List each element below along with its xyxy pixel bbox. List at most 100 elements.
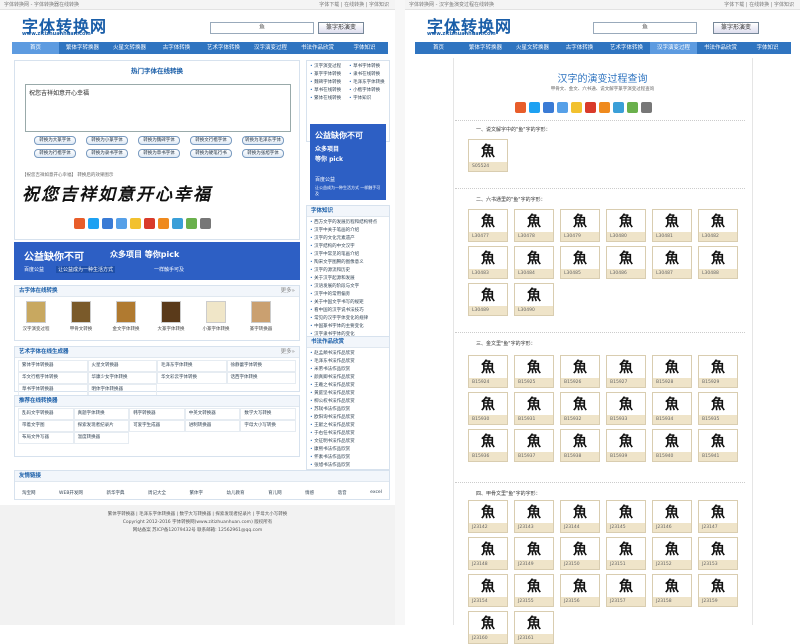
knowledge-link[interactable]: 汉字中关于笔画的介绍 [310, 227, 386, 235]
share-icon[interactable] [529, 102, 540, 113]
tool-link[interactable]: 乱码文字转换器 [18, 408, 74, 420]
nav-item[interactable]: 火星文转换器 [106, 42, 153, 54]
share-icon[interactable] [585, 102, 596, 113]
art-font-link[interactable]: 华文行楷字体转换 [18, 372, 88, 384]
calligraphy-link[interactable]: 毛泽东书法作品欣赏 [310, 358, 386, 366]
tool-link[interactable]: 温度转换器 [73, 432, 130, 444]
glyph-cell[interactable]: 魚 L30479 [560, 209, 600, 242]
knowledge-link[interactable]: 关于汉字起源和发展 [310, 275, 386, 283]
tool-link[interactable]: 进制转换器 [184, 420, 241, 432]
font-thumbnail[interactable] [206, 301, 226, 323]
glyph-cell[interactable]: 魚 J23160 [468, 611, 508, 644]
glyph-cell[interactable]: 魚 B15927 [606, 355, 646, 388]
share-icon[interactable] [186, 218, 197, 229]
tool-link[interactable]: 带着文字图 [18, 420, 74, 432]
glyph-cell[interactable]: 魚 B15924 [468, 355, 508, 388]
share-icon[interactable] [641, 102, 652, 113]
nav-item[interactable]: 汉字演变过程 [247, 42, 294, 54]
nav-item[interactable]: 书法作品欣赏 [294, 42, 341, 54]
topbar-links[interactable]: 字体下载 | 在线转换 | 字体知识 [319, 0, 389, 10]
glyph-cell[interactable]: 魚 J23157 [606, 574, 646, 607]
glyph-cell[interactable]: 魚 J23149 [514, 537, 554, 570]
nav-item[interactable]: 繁体字转换器 [462, 42, 509, 54]
glyph-cell[interactable]: 魚 L30484 [514, 246, 554, 279]
calligraphy-link[interactable]: 米芾书法作品欣赏 [310, 366, 386, 374]
calligraphy-link[interactable]: 于右任书法作品欣赏 [310, 430, 386, 438]
glyph-cell[interactable]: 魚 L30478 [514, 209, 554, 242]
glyph-cell[interactable]: 魚 B15936 [468, 429, 508, 462]
nav-item[interactable]: 古字体转换 [556, 42, 603, 54]
glyph-cell[interactable]: 魚 J23159 [698, 574, 738, 607]
glyph-cell[interactable]: 魚 B15932 [560, 392, 600, 425]
topbar-links-right[interactable]: 字体下载 | 在线转换 | 字体知识 [724, 0, 794, 10]
text-input[interactable]: 祝您吉祥如意开心幸福 [25, 84, 291, 132]
calligraphy-link[interactable]: 康熙书法作品欣赏 [310, 446, 386, 454]
font-thumbnail[interactable] [161, 301, 181, 323]
convert-button[interactable]: 转换为魏碑字体 [138, 136, 180, 145]
share-icon[interactable] [88, 218, 99, 229]
tool-link[interactable]: 韩字转换器 [129, 408, 185, 420]
convert-button[interactable]: 转换文行楷字体 [190, 136, 232, 145]
font-thumbnail-label[interactable]: 汉字演变过程 [16, 326, 56, 332]
glyph-cell[interactable]: 魚 J23142 [468, 500, 508, 533]
sidebar-link[interactable]: 隶书在线转换 [349, 71, 386, 79]
nav-item[interactable]: 古字体转换 [153, 42, 200, 54]
tool-link[interactable]: 数学大写转换 [240, 408, 296, 420]
knowledge-link[interactable]: 中国篆书字体的主要变化 [310, 323, 386, 331]
friend-link[interactable]: 幼儿教育 [227, 490, 245, 496]
sidebar-link[interactable]: 毛泽东字体转换 [349, 79, 386, 87]
search-input-right[interactable]: 鱼 [593, 22, 697, 34]
glyph-cell[interactable]: 魚 L30480 [606, 209, 646, 242]
glyph-cell[interactable]: 魚 B15939 [606, 429, 646, 462]
friend-link[interactable]: 繁体字 [190, 490, 204, 496]
glyph-cell[interactable]: 魚 J23152 [652, 537, 692, 570]
convert-button[interactable]: 转换为草书字体 [138, 149, 180, 158]
search-button[interactable]: 篆字形演变 [318, 22, 364, 34]
glyph-cell[interactable]: 魚 L30486 [606, 246, 646, 279]
knowledge-link[interactable]: 汉字结构的中文汉字 [310, 243, 386, 251]
convert-button[interactable]: 转换为小篆字体 [86, 136, 128, 145]
glyph-cell[interactable]: 魚 J23147 [698, 500, 738, 533]
share-icon[interactable] [172, 218, 183, 229]
sidebar-link[interactable]: 草书在线转换 [310, 87, 347, 95]
calligraphy-link[interactable]: 文征明书法作品欣赏 [310, 438, 386, 446]
friend-link[interactable]: 谐音 [338, 490, 347, 496]
sidebar-link[interactable]: 繁体在线转换 [310, 95, 347, 103]
art-font-link[interactable]: 火星文转换器 [87, 360, 157, 372]
glyph-cell[interactable]: 魚 L30489 [468, 283, 508, 316]
knowledge-link[interactable]: 汉字中常见的笔画介绍 [310, 251, 386, 259]
nav-item[interactable]: 字体知识 [744, 42, 791, 54]
glyph-cell[interactable]: 魚 L30477 [468, 209, 508, 242]
art-font-link[interactable]: 华文彩云字体转换 [157, 372, 227, 384]
art-font-link[interactable]: 徐静蕾字体转换 [226, 360, 296, 372]
tool-link[interactable]: 字母大小写转换 [240, 420, 296, 432]
nav-item[interactable]: 首页 [12, 42, 59, 54]
glyph-cell[interactable]: 魚 L30488 [698, 246, 738, 279]
glyph-cell[interactable]: 魚 B15934 [652, 392, 692, 425]
glyph-cell[interactable]: 魚 B15937 [514, 429, 554, 462]
friend-link[interactable]: 新华字典 [106, 490, 124, 496]
knowledge-link[interactable]: 看中国的汉字说书法技巧 [310, 307, 386, 315]
share-icon[interactable] [74, 218, 85, 229]
ad-banner[interactable]: 公益缺你不可 众多项目 等你pick 百度公益 让公益成为一种生活方式 一样触手… [14, 242, 300, 280]
share-icon[interactable] [158, 218, 169, 229]
friend-link[interactable]: 淘宝网 [22, 490, 36, 496]
nav-item[interactable]: 字体知识 [341, 42, 388, 54]
convert-button[interactable]: 转换为硬笔行书 [190, 149, 232, 158]
convert-button[interactable]: 转换为行楷字体 [34, 149, 76, 158]
share-icon[interactable] [543, 102, 554, 113]
glyph-cell[interactable]: 魚 B15933 [606, 392, 646, 425]
art-font-link[interactable]: 华康少女字体转换 [87, 372, 157, 384]
share-icon[interactable] [116, 218, 127, 229]
glyph-cell[interactable]: 魚 J23144 [560, 500, 600, 533]
tool-link[interactable]: 真题字体转换 [73, 408, 130, 420]
convert-button[interactable]: 转换为大篆字体 [34, 136, 76, 145]
sidebar-link[interactable]: 魏碑字体转换 [310, 79, 347, 87]
glyph-cell[interactable]: 魚 J23151 [606, 537, 646, 570]
sidebar-link[interactable]: 篆字字体转换 [310, 71, 347, 79]
glyph-cell[interactable]: 魚 L30482 [698, 209, 738, 242]
sidebar-ad[interactable]: 公益缺你不可 众多项目 等你 pick 百度公益 让公益成为一种生活方式 一样触… [310, 124, 386, 200]
friend-link[interactable]: 周记大全 [148, 490, 166, 496]
glyph-cell[interactable]: 魚 S05524 [468, 139, 508, 172]
glyph-cell[interactable]: 魚 J23143 [514, 500, 554, 533]
